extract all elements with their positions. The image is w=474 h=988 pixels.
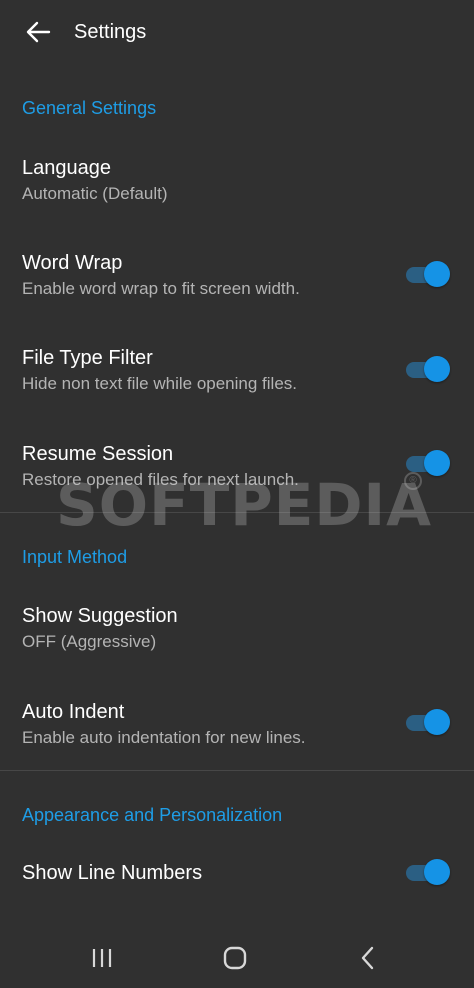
pref-auto-indent-summary: Enable auto indentation for new lines. bbox=[22, 728, 306, 747]
section-header-input-method: Input Method bbox=[22, 547, 128, 567]
system-nav-bar bbox=[0, 928, 474, 988]
pref-word-wrap-summary: Enable word wrap to fit screen width. bbox=[22, 279, 300, 298]
show-line-numbers-switch[interactable] bbox=[404, 858, 450, 886]
pref-auto-indent-title: Auto Indent bbox=[22, 701, 125, 723]
section-header-general: General Settings bbox=[22, 98, 157, 118]
pref-auto-indent[interactable]: Auto Indent Enable auto indentation for … bbox=[0, 699, 474, 793]
app-bar: Settings bbox=[0, 0, 474, 64]
watermark-registered-mark: ® bbox=[404, 472, 422, 490]
pref-language[interactable]: Language Automatic (Default) bbox=[0, 155, 474, 249]
pref-language-title: Language bbox=[22, 157, 111, 179]
page-title: Settings bbox=[74, 21, 147, 43]
pref-show-suggestion-summary: OFF (Aggressive) bbox=[22, 632, 157, 651]
switch-thumb bbox=[424, 261, 450, 287]
pref-word-wrap[interactable]: Word Wrap Enable word wrap to fit screen… bbox=[0, 250, 474, 344]
chevron-left-icon bbox=[361, 946, 374, 970]
switch-thumb bbox=[424, 356, 450, 382]
section-header-appearance: Appearance and Personalization bbox=[22, 805, 283, 825]
switch-thumb bbox=[424, 709, 450, 735]
nav-back-button[interactable] bbox=[343, 938, 393, 978]
pref-show-line-numbers[interactable]: Show Line Numbers bbox=[0, 860, 474, 900]
switch-thumb bbox=[424, 859, 450, 885]
home-icon bbox=[223, 946, 247, 970]
pref-show-line-numbers-title: Show Line Numbers bbox=[22, 862, 203, 884]
auto-indent-switch[interactable] bbox=[404, 708, 450, 736]
pref-resume-session-title: Resume Session bbox=[22, 443, 174, 465]
settings-screen: Settings General Settings Language Autom… bbox=[0, 0, 474, 988]
pref-show-suggestion[interactable]: Show Suggestion OFF (Aggressive) bbox=[0, 603, 474, 697]
recents-icon bbox=[92, 949, 112, 967]
back-button[interactable] bbox=[18, 14, 58, 50]
arrow-left-icon bbox=[26, 21, 51, 43]
pref-show-suggestion-title: Show Suggestion bbox=[22, 605, 178, 627]
section-divider bbox=[0, 770, 474, 771]
pref-language-summary: Automatic (Default) bbox=[22, 184, 168, 203]
pref-file-type-filter-summary: Hide non text file while opening files. bbox=[22, 374, 297, 393]
pref-word-wrap-title: Word Wrap bbox=[22, 252, 123, 274]
watermark: SOFTPEDIA bbox=[56, 471, 433, 539]
pref-file-type-filter[interactable]: File Type Filter Hide non text file whil… bbox=[0, 345, 474, 439]
file-type-filter-switch[interactable] bbox=[404, 355, 450, 383]
recents-button[interactable] bbox=[77, 938, 127, 978]
pref-file-type-filter-title: File Type Filter bbox=[22, 347, 153, 369]
word-wrap-switch[interactable] bbox=[404, 260, 450, 288]
home-button[interactable] bbox=[210, 938, 260, 978]
